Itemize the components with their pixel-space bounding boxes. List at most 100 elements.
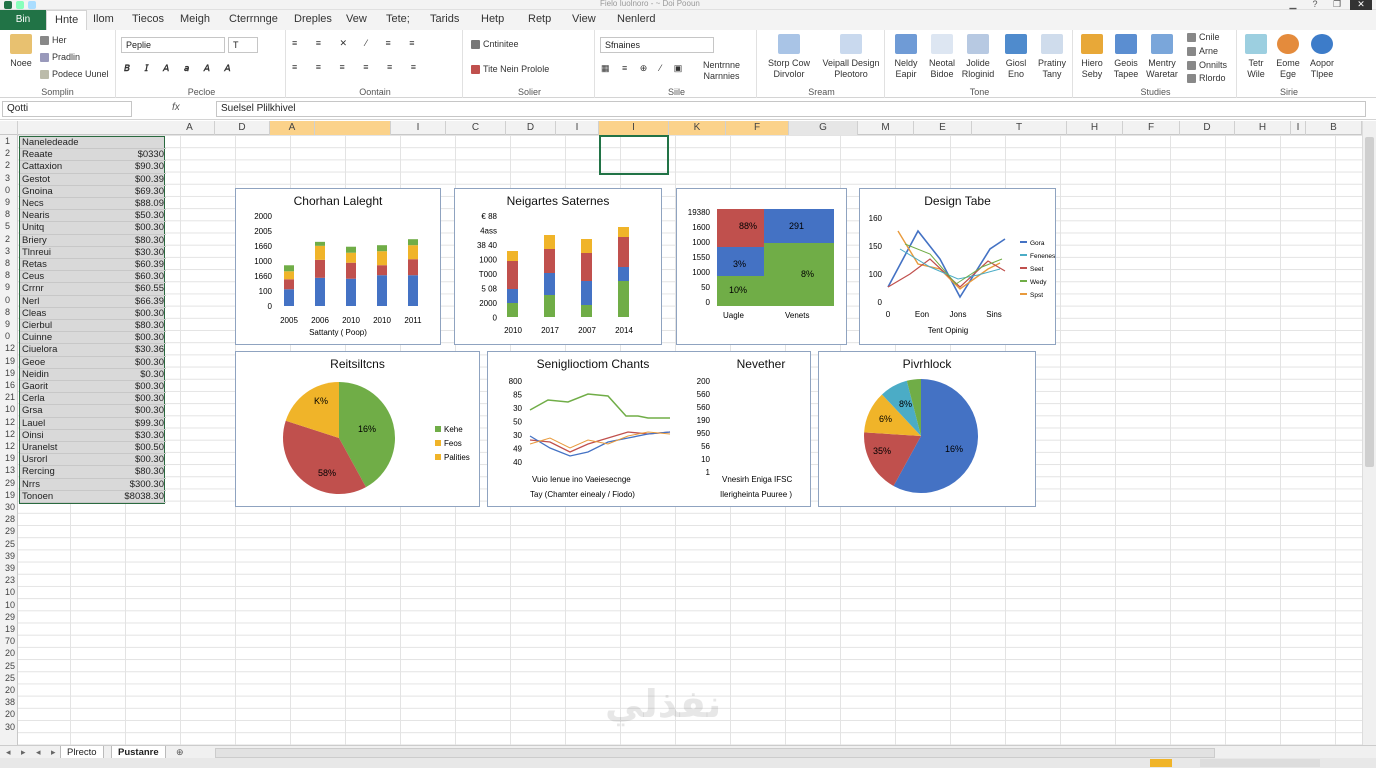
- row-header[interactable]: 12: [0, 428, 18, 440]
- row-header[interactable]: 1: [0, 135, 18, 147]
- row-header[interactable]: 12: [0, 416, 18, 428]
- row-header[interactable]: 3: [0, 172, 18, 184]
- restore-icon[interactable]: ❐: [1326, 0, 1348, 10]
- row-header[interactable]: 12: [0, 440, 18, 452]
- row-header[interactable]: 25: [0, 660, 18, 672]
- cell-button[interactable]: Storp Cow Dirvolor: [761, 34, 817, 80]
- table-row[interactable]: Oinsi $30.30: [20, 430, 166, 442]
- row-header[interactable]: 0: [0, 330, 18, 342]
- zoom-slider[interactable]: [1200, 759, 1320, 767]
- column-header[interactable]: C: [446, 121, 506, 135]
- row-header[interactable]: 5: [0, 220, 18, 232]
- row-header[interactable]: 8: [0, 257, 18, 269]
- row-header[interactable]: 2: [0, 147, 18, 159]
- format-table-button[interactable]: Tite Nein Prolole: [471, 64, 549, 75]
- paste-button[interactable]: Noee: [4, 34, 38, 69]
- row-header[interactable]: 8: [0, 306, 18, 318]
- row-header[interactable]: 21: [0, 391, 18, 403]
- tone-button-4[interactable]: Giosl Eno: [999, 34, 1033, 80]
- font-style-buttons[interactable]: 𝘉 𝘐 𝘈 𝘢 𝘈 𝘈: [124, 63, 237, 74]
- close-icon[interactable]: ✕: [1350, 0, 1372, 10]
- font-name-select[interactable]: Peplie: [121, 37, 225, 53]
- tab-item[interactable]: Vew: [346, 13, 367, 25]
- table-row[interactable]: Cerla $00.30: [20, 393, 166, 406]
- table-row[interactable]: Cierbul $80.30: [20, 320, 166, 333]
- row-header[interactable]: 20: [0, 647, 18, 659]
- row-header[interactable]: 13: [0, 464, 18, 476]
- tab-file[interactable]: Bin: [0, 10, 46, 30]
- select-all-corner[interactable]: [0, 121, 18, 135]
- help-icon[interactable]: ?: [1304, 0, 1326, 10]
- studies-small-2[interactable]: Arne: [1187, 46, 1218, 57]
- column-header[interactable]: D: [506, 121, 556, 135]
- row-header[interactable]: 19: [0, 355, 18, 367]
- row-header[interactable]: 28: [0, 513, 18, 525]
- tab-item[interactable]: Hetp: [481, 13, 504, 25]
- row-header[interactable]: 30: [0, 721, 18, 733]
- chart-line-design[interactable]: Design Tabe 160 150 100 0 0 Eon Jons Sins Tent…: [859, 188, 1056, 345]
- table-row[interactable]: Retas $60.39: [20, 259, 166, 272]
- row-header[interactable]: 19: [0, 452, 18, 464]
- table-row[interactable]: Briery $80.30: [20, 235, 166, 247]
- row-header[interactable]: 10: [0, 403, 18, 415]
- table-row[interactable]: Neidin $0.30: [20, 369, 166, 381]
- table-row[interactable]: Necs $88.09: [20, 198, 166, 211]
- tab-item[interactable]: Nenlerd: [617, 13, 656, 25]
- tab-item[interactable]: Tiecos: [132, 13, 164, 25]
- row-header[interactable]: 38: [0, 696, 18, 708]
- chart-stacked-bar-1[interactable]: Chorhan Laleght 2000 2005 1660 1000 1660 100 0…: [235, 188, 441, 345]
- table-row[interactable]: Nerl $66.39: [20, 296, 166, 308]
- design-button[interactable]: Veipall Design Pleotoro: [819, 34, 883, 80]
- column-header[interactable]: K: [669, 121, 726, 135]
- table-row[interactable]: Lauel $99.30: [20, 418, 166, 430]
- table-row[interactable]: Reaate $0330: [20, 149, 166, 162]
- column-header[interactable]: D: [1180, 121, 1235, 135]
- selected-cell-range[interactable]: [599, 135, 669, 175]
- fx-icon[interactable]: fx: [172, 102, 180, 113]
- style-buttons[interactable]: ▦ ≡ ⊕ ⁄ ▣: [601, 63, 687, 74]
- sheet-nav-arrows[interactable]: ◂ ▸ ◂ ▸: [6, 747, 60, 758]
- row-header[interactable]: 20: [0, 708, 18, 720]
- formula-input[interactable]: Suelsel Plilkhivel: [216, 101, 1366, 117]
- table-row[interactable]: Uranelst $00.50: [20, 442, 166, 455]
- row-header[interactable]: 19: [0, 367, 18, 379]
- chart-block-stack[interactable]: 19380 1600 1000 1550 1000 50 0 88% 291 3% 10% …: [676, 188, 847, 345]
- row-header[interactable]: 9: [0, 318, 18, 330]
- studies-small-1[interactable]: Cnile: [1187, 32, 1220, 43]
- table-row[interactable]: Cattaxion $90.30: [20, 161, 166, 174]
- column-header[interactable]: E: [914, 121, 972, 135]
- chart-stacked-bar-2[interactable]: Neigartes Saternes € 88 4ass 38 40 1000 T000…: [454, 188, 662, 345]
- row-header[interactable]: 19: [0, 623, 18, 635]
- number-format-button[interactable]: Nentrnne Narnnies: [703, 60, 740, 82]
- sine-button-3[interactable]: Aopor Tlpee: [1305, 34, 1339, 80]
- tab-item[interactable]: Tete;: [386, 13, 410, 25]
- column-header[interactable]: A: [165, 121, 215, 135]
- table-row[interactable]: Gaorit $00.30: [20, 381, 166, 394]
- column-header[interactable]: I: [556, 121, 599, 135]
- tab-item[interactable]: Cterrnnge: [229, 13, 278, 25]
- chart-pie-1[interactable]: Reitsiltcns K% 16% 58% Kehe Feos Palities: [235, 351, 480, 507]
- horizontal-scrollbar[interactable]: [215, 748, 1215, 758]
- view-normal-icon[interactable]: [1150, 759, 1172, 767]
- chart-pie-2[interactable]: Pivrhlock 8% 6% 35% 16%: [818, 351, 1036, 507]
- column-header[interactable]: [315, 121, 391, 135]
- studies-button-3[interactable]: Mentry Waretar: [1145, 34, 1179, 80]
- table-row[interactable]: Nrrs $300.30: [20, 479, 166, 491]
- row-header[interactable]: 29: [0, 525, 18, 537]
- table-row[interactable]: Geoe $00.30: [20, 357, 166, 369]
- tab-item[interactable]: Ilom: [93, 13, 114, 25]
- table-row[interactable]: Nearis $50.30: [20, 210, 166, 223]
- row-header[interactable]: 9: [0, 196, 18, 208]
- table-row[interactable]: Grsa $00.30: [20, 405, 166, 418]
- table-row[interactable]: Unitq $00.30: [20, 222, 166, 235]
- copy-button[interactable]: Pradlin: [40, 52, 80, 63]
- row-header[interactable]: 16: [0, 379, 18, 391]
- tone-button-2[interactable]: Neotal Bidoe: [925, 34, 959, 80]
- column-header[interactable]: F: [726, 121, 789, 135]
- tab-item[interactable]: View: [572, 13, 596, 25]
- conditional-button[interactable]: Cntinitee: [471, 39, 519, 50]
- undo-icon[interactable]: [28, 1, 36, 9]
- chart-line-dual[interactable]: Seniglioctiom Chants Nevether 800 85 30 50 3…: [487, 351, 811, 507]
- column-header[interactable]: M: [858, 121, 914, 135]
- table-row[interactable]: Gnoina $69.30: [20, 186, 166, 198]
